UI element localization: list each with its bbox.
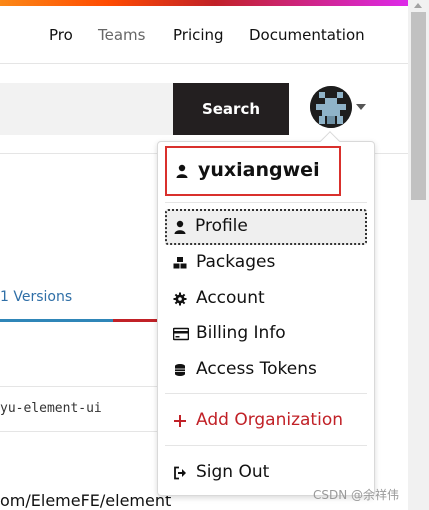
user-menu-header[interactable]: yuxiangwei: [165, 146, 341, 196]
menu-item-label: Add Organization: [196, 410, 343, 430]
scrollbar-thumb[interactable]: [411, 12, 426, 200]
credit-card-icon: [172, 327, 190, 341]
gear-icon: [173, 292, 187, 306]
menu-item-add-organization[interactable]: Add Organization: [165, 403, 367, 439]
menu-divider: [165, 393, 367, 394]
menu-item-access-tokens[interactable]: Access Tokens: [165, 352, 367, 388]
repository-link[interactable]: om/ElemeFE/element: [0, 491, 171, 510]
packages-icon: [173, 256, 187, 270]
nav-link-pro[interactable]: Pro: [49, 26, 73, 44]
user-icon: [173, 220, 187, 234]
menu-item-label: Account: [196, 288, 265, 308]
nav-link-documentation[interactable]: Documentation: [249, 26, 365, 44]
menu-divider: [165, 202, 367, 203]
chevron-down-icon[interactable]: [356, 104, 366, 110]
menu-item-packages[interactable]: Packages: [165, 245, 367, 281]
coins-icon: [173, 363, 187, 377]
tab-underline: [0, 319, 113, 322]
nav-link-pricing[interactable]: Pricing: [173, 26, 224, 44]
menu-item-billing-info[interactable]: Billing Info: [165, 316, 367, 352]
menu-item-label: Packages: [196, 252, 276, 272]
package-name: yu-element-ui: [0, 401, 102, 416]
scrollbar[interactable]: [408, 0, 429, 510]
username: yuxiangwei: [198, 159, 320, 181]
menu-item-label: Profile: [195, 216, 248, 236]
menu-item-label: Access Tokens: [196, 359, 317, 379]
search-input[interactable]: [0, 83, 173, 135]
install-command-box[interactable]: yu-element-ui: [0, 386, 160, 432]
user-icon: [175, 164, 189, 183]
watermark: CSDN @余祥伟: [313, 488, 400, 502]
menu-divider: [165, 445, 367, 446]
avatar[interactable]: [310, 86, 352, 128]
menu-item-account[interactable]: Account: [165, 281, 367, 317]
sign-out-icon: [173, 466, 187, 480]
tab-versions[interactable]: 1 Versions: [0, 289, 72, 305]
nav-link-teams[interactable]: Teams: [98, 26, 145, 44]
plus-icon: [173, 414, 187, 428]
tab-underline-accent: [113, 319, 163, 322]
scroll-up-arrow-icon[interactable]: [414, 3, 422, 8]
menu-item-profile[interactable]: Profile: [165, 209, 367, 245]
menu-item-label: Sign Out: [196, 462, 270, 482]
top-nav: Pro Teams Pricing Documentation: [0, 6, 408, 64]
search-button[interactable]: Search: [173, 83, 289, 135]
menu-item-label: Billing Info: [196, 323, 286, 343]
